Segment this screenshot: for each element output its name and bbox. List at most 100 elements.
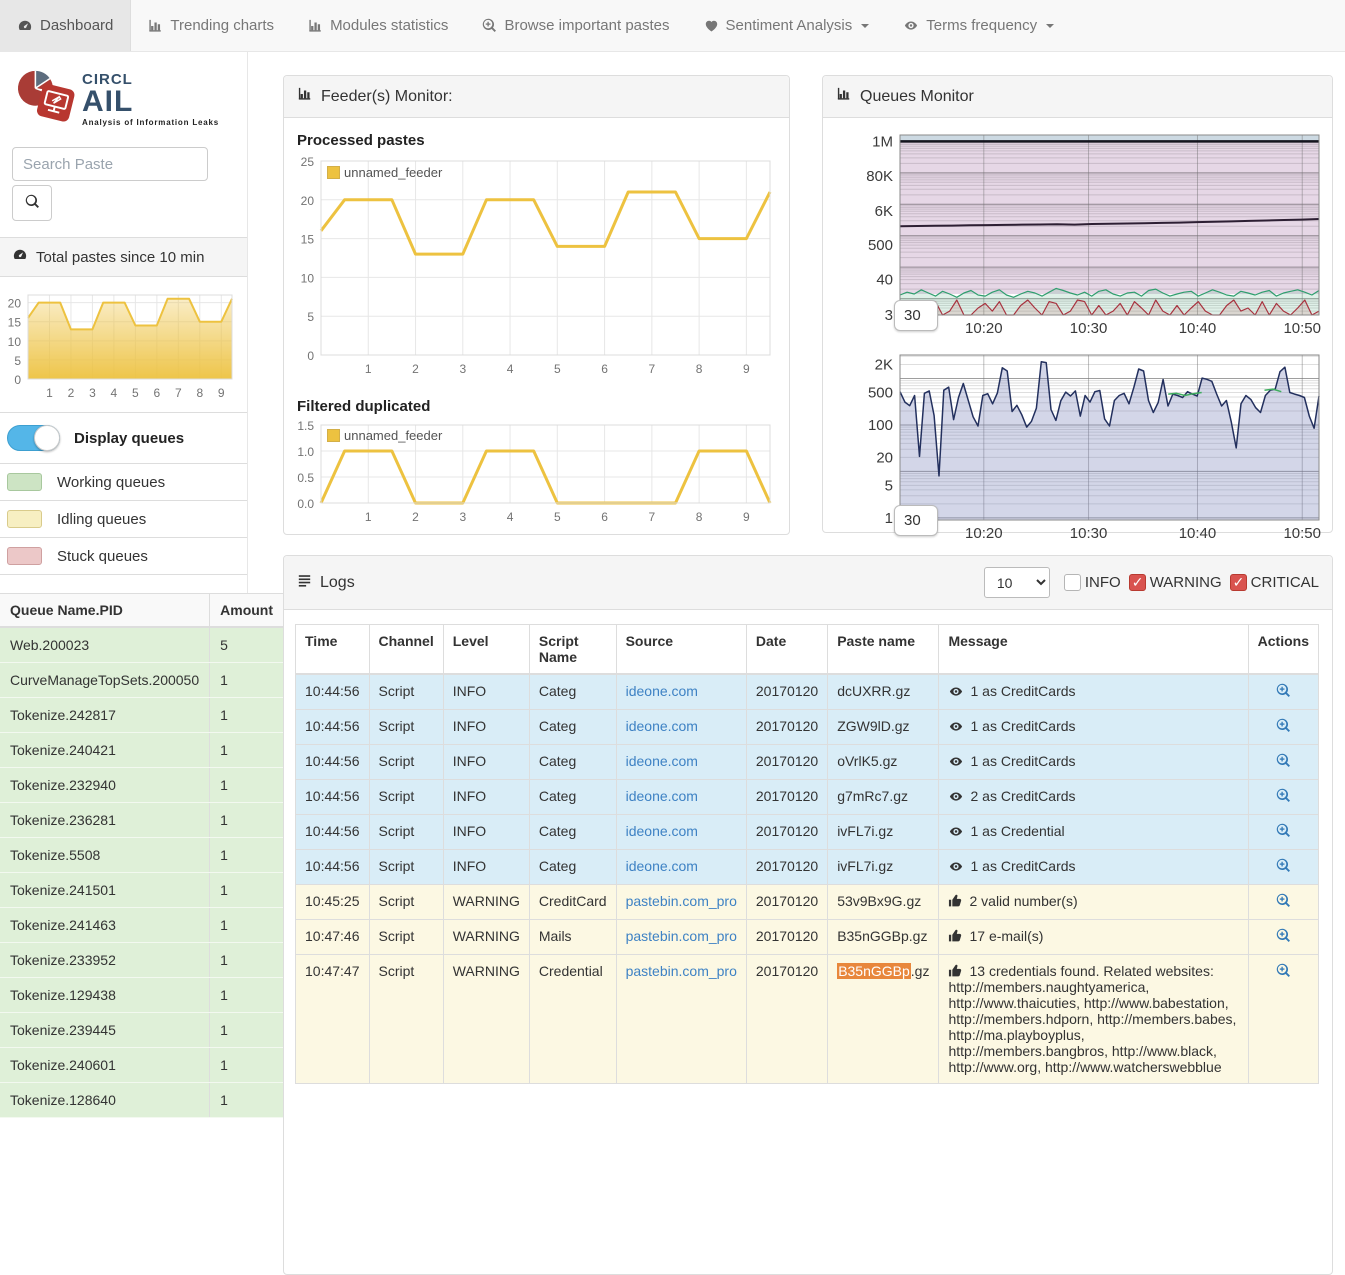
log-message-cell: 1 as CreditCards bbox=[939, 745, 1248, 780]
log-source-cell: ideone.com bbox=[616, 674, 746, 710]
nav-link-trending-charts[interactable]: Trending charts bbox=[131, 0, 291, 51]
nav-label: Terms frequency bbox=[926, 17, 1037, 34]
queue-row: Tokenize.1286401 bbox=[0, 1083, 283, 1118]
queue-amount-cell: 1 bbox=[210, 733, 283, 768]
show-paste-button[interactable] bbox=[1276, 860, 1291, 876]
svg-text:0: 0 bbox=[307, 349, 314, 363]
nav-label: Sentiment Analysis bbox=[726, 17, 853, 34]
log-paste-cell: dcUXRR.gz bbox=[828, 674, 939, 710]
source-link[interactable]: ideone.com bbox=[626, 858, 698, 874]
top-navbar: DashboardTrending charts Modules statisti… bbox=[0, 0, 1345, 52]
queue-row: Tokenize.2362811 bbox=[0, 803, 283, 838]
show-paste-button[interactable] bbox=[1276, 825, 1291, 841]
log-level-cell: INFO bbox=[443, 850, 529, 885]
log-time-cell: 10:44:56 bbox=[296, 850, 370, 885]
nav-item-modules-statistics: Modules statistics bbox=[291, 0, 465, 51]
svg-text:5: 5 bbox=[554, 510, 561, 524]
thumbs-up-icon bbox=[948, 928, 969, 944]
log-message-cell: 13 credentials found. Related websites: … bbox=[939, 955, 1248, 1084]
source-link[interactable]: ideone.com bbox=[626, 718, 698, 734]
log-actions-cell bbox=[1248, 850, 1318, 885]
svg-text:0.0: 0.0 bbox=[297, 497, 314, 511]
queue-name-cell: Tokenize.232940 bbox=[0, 768, 210, 803]
filter-warning-checkbox[interactable] bbox=[1129, 574, 1146, 591]
log-source-cell: ideone.com bbox=[616, 745, 746, 780]
page-size-select[interactable]: 10 bbox=[984, 567, 1050, 598]
nav-item-dashboard: Dashboard bbox=[0, 0, 131, 51]
show-paste-button[interactable] bbox=[1276, 685, 1291, 701]
svg-text:5: 5 bbox=[14, 354, 21, 368]
show-paste-button[interactable] bbox=[1276, 790, 1291, 806]
source-link[interactable]: ideone.com bbox=[626, 788, 698, 804]
processed-pastes-chart: 1234567890510152025 unnamed_feeder bbox=[295, 153, 778, 386]
queue-amount-cell: 1 bbox=[210, 1013, 283, 1048]
nav-link-terms-frequency[interactable]: Terms frequency bbox=[886, 0, 1071, 51]
show-paste-button[interactable] bbox=[1276, 965, 1291, 981]
col-actions: Actions bbox=[1248, 625, 1318, 675]
source-link[interactable]: pastebin.com_pro bbox=[626, 928, 737, 944]
log-channel-cell: Script bbox=[369, 745, 443, 780]
log-row: 10:44:56ScriptINFOCategideone.com2017012… bbox=[296, 815, 1319, 850]
filter-critical-checkbox[interactable] bbox=[1230, 574, 1247, 591]
source-link[interactable]: pastebin.com_pro bbox=[626, 893, 737, 909]
search-button[interactable] bbox=[12, 185, 52, 221]
log-level-cell: INFO bbox=[443, 745, 529, 780]
eye-icon bbox=[948, 823, 970, 839]
svg-text:1: 1 bbox=[365, 510, 372, 524]
working-queues-label: Working queues bbox=[57, 474, 165, 491]
dashboard-icon bbox=[17, 19, 33, 33]
log-level-cell: INFO bbox=[443, 780, 529, 815]
eye-icon bbox=[903, 19, 919, 32]
filter-info-label: INFO bbox=[1085, 574, 1121, 591]
nav-link-dashboard[interactable]: Dashboard bbox=[0, 0, 131, 51]
app-logo: CIRCL AIL Analysis of Information Leaks bbox=[0, 52, 247, 139]
display-queues-toggle[interactable] bbox=[7, 425, 60, 451]
interval-input[interactable] bbox=[894, 300, 938, 331]
log-script-cell: Categ bbox=[529, 674, 616, 710]
interval-input[interactable] bbox=[894, 505, 938, 536]
show-paste-button[interactable] bbox=[1276, 755, 1291, 771]
search-paste-input[interactable] bbox=[12, 147, 208, 181]
log-date-cell: 20170120 bbox=[746, 815, 827, 850]
nav-link-sentiment-analysis[interactable]: Sentiment Analysis bbox=[687, 0, 887, 51]
svg-text:9: 9 bbox=[743, 362, 750, 376]
source-link[interactable]: ideone.com bbox=[626, 753, 698, 769]
logo-tagline: Analysis of Information Leaks bbox=[82, 119, 219, 127]
queue-name-cell: Tokenize.129438 bbox=[0, 978, 210, 1013]
svg-text:5: 5 bbox=[307, 310, 314, 324]
nav-item-sentiment-analysis: Sentiment Analysis bbox=[687, 0, 887, 51]
svg-text:6: 6 bbox=[153, 386, 160, 400]
source-link[interactable]: ideone.com bbox=[626, 683, 698, 699]
queue-name-cell: Tokenize.242817 bbox=[0, 698, 210, 733]
show-paste-button[interactable] bbox=[1276, 930, 1291, 946]
log-source-cell: ideone.com bbox=[616, 850, 746, 885]
log-source-cell: pastebin.com_pro bbox=[616, 885, 746, 920]
nav-label: Modules statistics bbox=[330, 17, 448, 34]
log-message-cell: 1 as CreditCards bbox=[939, 850, 1248, 885]
source-link[interactable]: pastebin.com_pro bbox=[626, 963, 737, 979]
bar-chart-icon bbox=[297, 87, 313, 106]
log-message-cell: 1 as CreditCards bbox=[939, 674, 1248, 710]
filter-info-checkbox[interactable] bbox=[1064, 574, 1081, 591]
queue-amount-cell: 1 bbox=[210, 803, 283, 838]
show-paste-button[interactable] bbox=[1276, 720, 1291, 736]
log-channel-cell: Script bbox=[369, 920, 443, 955]
svg-text:4: 4 bbox=[507, 362, 514, 376]
eye-icon bbox=[948, 683, 970, 699]
source-link[interactable]: ideone.com bbox=[626, 823, 698, 839]
log-level-cell: WARNING bbox=[443, 955, 529, 1084]
show-paste-button[interactable] bbox=[1276, 895, 1291, 911]
queue-amount-cell: 1 bbox=[210, 978, 283, 1013]
queue-row: Tokenize.2339521 bbox=[0, 943, 283, 978]
log-script-cell: Categ bbox=[529, 745, 616, 780]
queue-name-cell: Tokenize.241501 bbox=[0, 873, 210, 908]
queue-name-header: Queue Name.PID bbox=[0, 594, 210, 628]
col-level: Level bbox=[443, 625, 529, 675]
chart-legend: unnamed_feeder bbox=[327, 428, 442, 443]
log-actions-cell bbox=[1248, 920, 1318, 955]
nav-link-modules-statistics[interactable]: Modules statistics bbox=[291, 0, 465, 51]
log-date-cell: 20170120 bbox=[746, 710, 827, 745]
svg-text:0: 0 bbox=[14, 373, 21, 387]
log-script-cell: Credential bbox=[529, 955, 616, 1084]
nav-link-browse-important-pastes[interactable]: Browse important pastes bbox=[465, 0, 686, 51]
